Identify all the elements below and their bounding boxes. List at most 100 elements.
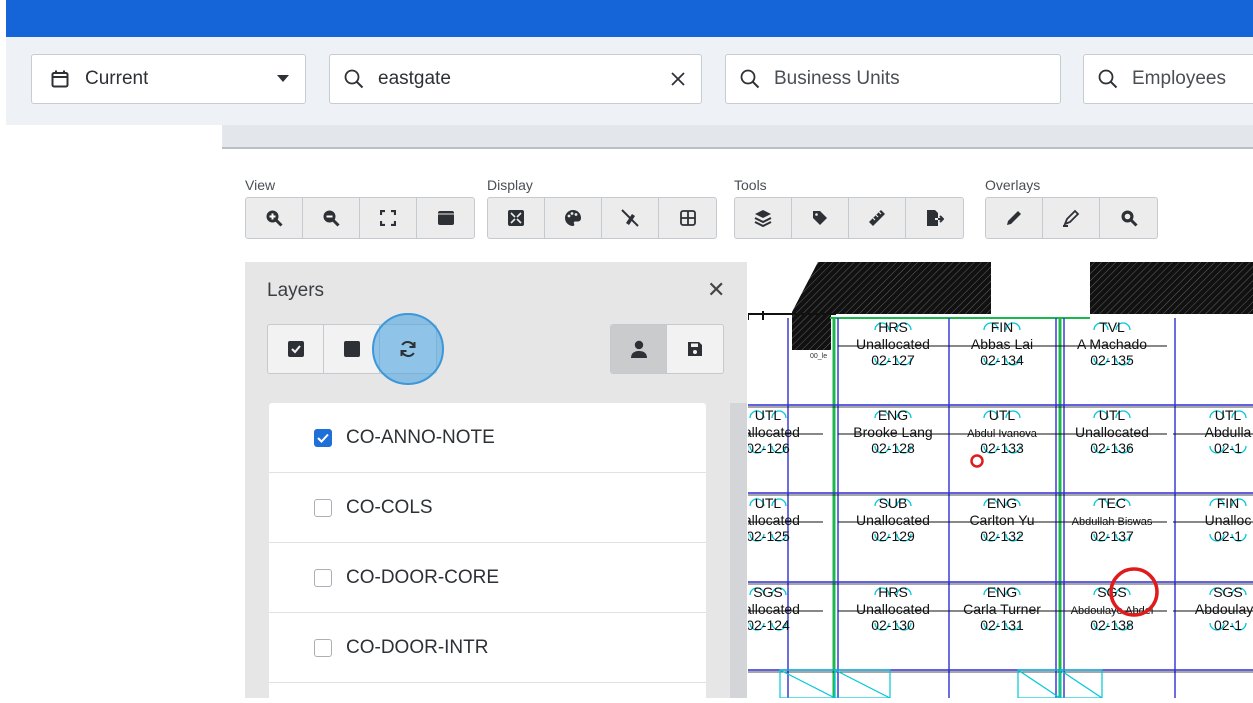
annotation-marker[interactable] — [970, 454, 984, 468]
room-number-label: 02-131 — [980, 617, 1024, 633]
room-unit-label: HRS — [878, 584, 908, 600]
room-occupant-label: Carlton Yu — [969, 512, 1034, 528]
search-icon — [740, 69, 760, 89]
room-unit-label: UTL — [755, 407, 782, 423]
check-icon — [317, 433, 329, 443]
tag-button[interactable] — [792, 198, 849, 238]
room-number-label: 02-126 — [748, 440, 790, 456]
wall-mass — [1090, 262, 1253, 314]
layer-item[interactable]: CO-ANNO-NOTE — [269, 403, 706, 473]
layer-label: CO-DOOR-CORE — [346, 566, 500, 588]
zoom-out-icon — [323, 210, 340, 227]
room-unit-label: UTL — [1099, 407, 1126, 423]
room-unit-label: SGS — [753, 584, 783, 600]
room-occupant-label: nallocated — [748, 424, 800, 440]
room-occupant-label: Carla Turner — [963, 601, 1041, 617]
room-number-label: 02-128 — [871, 440, 915, 456]
room-number-label: 02-124 — [748, 617, 790, 633]
room-occupant-label: Abdoulaye — [1195, 601, 1253, 617]
room-unit-label: ENG — [878, 407, 908, 423]
business-units-search[interactable]: Business Units — [725, 54, 1061, 104]
caret-down-icon[interactable] — [277, 75, 289, 83]
highlighter-button[interactable] — [1043, 198, 1100, 238]
floor-plan-svg: 00_le HRSUnallocated02-127FINAbbas Lai02… — [713, 262, 1253, 699]
ruler-button[interactable] — [849, 198, 906, 238]
room-number-label: 02-127 — [871, 352, 915, 368]
location-search[interactable]: eastgate — [329, 54, 702, 104]
clear-icon[interactable] — [671, 72, 685, 86]
employees-placeholder: Employees — [1132, 68, 1226, 89]
layer-checkbox[interactable] — [314, 428, 332, 447]
pen-button[interactable] — [986, 198, 1043, 238]
layer-label: CO-ANNO-NOTE — [346, 426, 495, 448]
room-number-label: 02-136 — [1090, 440, 1134, 456]
location-search-value: eastgate — [378, 68, 451, 89]
toolbar-group-overlays: Overlays — [985, 177, 1158, 239]
search-icon — [1121, 210, 1138, 227]
save-icon — [688, 342, 702, 356]
room-number-label: 02-132 — [980, 528, 1024, 544]
layer-list-scrollbar[interactable] — [730, 403, 747, 698]
room-number-label: 02-130 — [871, 617, 915, 633]
select-all-button[interactable] — [268, 325, 324, 373]
search-icon — [344, 69, 364, 89]
layer-view-actions — [610, 324, 724, 374]
palette-button[interactable] — [545, 198, 602, 238]
close-icon[interactable]: ✕ — [707, 279, 725, 301]
layer-item[interactable]: CO-DOOR-CORE — [269, 543, 706, 613]
expand-button[interactable] — [488, 198, 545, 238]
layer-label: CO-DOOR-INTR — [346, 636, 489, 658]
period-select[interactable]: Current — [31, 54, 306, 104]
hide-button[interactable] — [602, 198, 659, 238]
toolbar-group-label: Tools — [734, 177, 767, 193]
toolbar-group-label: Display — [487, 177, 533, 193]
overlay-search-button[interactable] — [1100, 198, 1157, 238]
room-unit-label: TVL — [1099, 319, 1125, 335]
toolbar-group-label: View — [245, 177, 276, 193]
zoom-in-icon — [266, 210, 283, 227]
user-layers-button[interactable] — [611, 325, 667, 373]
room-occupant-label: Unallocated — [856, 336, 930, 352]
room-unit-label: TEC — [1098, 495, 1126, 511]
sub-header-bar — [222, 125, 1253, 149]
tag-icon — [813, 211, 827, 225]
room-occupant-label: Unalloc — [1205, 512, 1252, 528]
room-number-label: 02-1 — [1214, 440, 1242, 456]
layers-panel: Layers ✕ CO-ANNO-NOTE CO-COLS CO-DOOR-CO… — [245, 262, 747, 703]
layers-button[interactable] — [735, 198, 792, 238]
employees-search[interactable]: Employees — [1083, 54, 1253, 104]
layers-panel-title: Layers — [267, 280, 325, 301]
room-unit-label: ENG — [987, 495, 1017, 511]
toolbar-group-view: View — [245, 177, 475, 239]
calendar-icon — [51, 70, 69, 88]
room-unit-label: FIN — [991, 319, 1014, 335]
zoom-in-button[interactable] — [246, 198, 303, 238]
grid-button[interactable] — [659, 198, 716, 238]
layer-checkbox[interactable] — [314, 638, 332, 657]
layer-item[interactable]: CO-COLS — [269, 473, 706, 543]
refresh-button[interactable] — [372, 313, 444, 385]
floor-plan-canvas[interactable]: 00_le HRS Unallocated 02-127 FIN Abbas L… — [713, 262, 1253, 699]
layer-list: CO-ANNO-NOTE CO-COLS CO-DOOR-CORE CO-DOO… — [269, 403, 706, 703]
room-occupant-label: Unallocated — [1075, 424, 1149, 440]
expand-arrows-icon — [508, 210, 524, 226]
layer-item[interactable]: CO-DOOR-INTR — [269, 613, 706, 683]
room-unit-label: UTL — [755, 495, 782, 511]
save-layers-button[interactable] — [667, 325, 723, 373]
pen-icon — [1007, 211, 1021, 225]
room-occupant-label: Abdullah Biswas — [1072, 516, 1153, 528]
room-number-label: 02-129 — [871, 528, 915, 544]
fit-screen-button[interactable] — [360, 198, 417, 238]
room-occupant-label: A Machado — [1077, 336, 1147, 352]
layer-checkbox[interactable] — [314, 568, 332, 587]
room-number-label: 02-133 — [980, 440, 1024, 456]
user-icon — [630, 340, 647, 358]
zoom-out-button[interactable] — [303, 198, 360, 238]
layer-checkbox[interactable] — [314, 498, 332, 517]
room-number-label: 02-138 — [1090, 617, 1134, 633]
window-button[interactable] — [417, 198, 474, 238]
fit-screen-icon — [380, 210, 396, 226]
room-number-label: 02-125 — [748, 528, 790, 544]
export-button[interactable] — [906, 198, 963, 238]
refresh-icon — [400, 341, 416, 357]
